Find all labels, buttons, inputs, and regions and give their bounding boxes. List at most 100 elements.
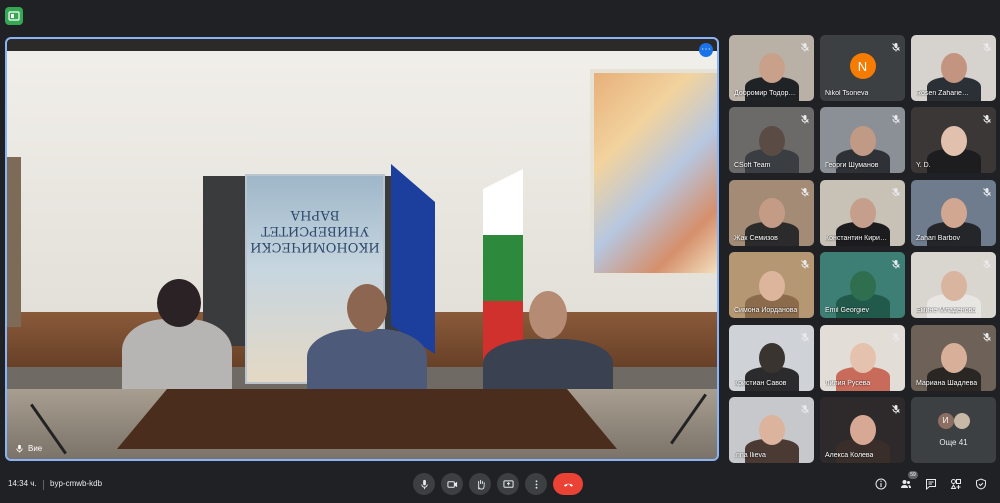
participant-name: Emil Georgiev: [825, 307, 869, 315]
muted-mic-icon: [800, 111, 810, 124]
microphone-button[interactable]: [413, 473, 435, 495]
participant-face: [849, 198, 876, 229]
participant-avatar: N: [849, 53, 876, 79]
mic-off-icon: [892, 43, 900, 52]
participant-face: [758, 53, 785, 84]
self-label: Вие: [15, 444, 42, 453]
muted-mic-icon: [891, 256, 901, 269]
chat-button[interactable]: [923, 476, 939, 492]
camera-button[interactable]: [441, 473, 463, 495]
muted-mic-icon: [982, 256, 992, 269]
meeting-info-icon[interactable]: [5, 7, 23, 25]
present-screen-button[interactable]: [497, 473, 519, 495]
more-vert-icon: [535, 479, 537, 489]
mic-off-icon: [801, 43, 809, 52]
participant-name: Y. D.: [916, 162, 931, 170]
chat-icon: [926, 479, 936, 490]
participant-tile[interactable]: Емине Младенова: [911, 252, 996, 319]
participant-tile[interactable]: Добромир Тодор…: [729, 35, 814, 101]
raise-hand-button[interactable]: [469, 473, 491, 495]
conference-room-video: ИКОНОМИЧЕСКИ УНИВЕРСИТЕТ ВАРНА: [7, 39, 717, 459]
muted-mic-icon: [800, 401, 810, 414]
more-participants-label: Още 41: [939, 437, 968, 447]
mic-off-icon: [983, 115, 991, 124]
participant-tile[interactable]: Жак Семизов: [729, 179, 814, 246]
bottom-toolbar: 14:34 ч. byp-cmwb-kdb 59: [0, 470, 1000, 500]
participant-tile[interactable]: Emil Georgiev: [820, 252, 905, 319]
muted-mic-icon: [982, 329, 992, 342]
hand-icon: [477, 479, 485, 490]
participant-name: Симона Йорданова: [734, 307, 798, 315]
participant-name: Жак Семизов: [734, 234, 778, 242]
main-video-tile[interactable]: ИКОНОМИЧЕСКИ УНИВЕРСИТЕТ ВАРНА Вие ⋯: [5, 37, 719, 461]
muted-mic-icon: [800, 329, 810, 342]
participant-grid: Добромир Тодор… N Nikol Tsoneva Rosen Zahar…: [729, 35, 996, 463]
activities-button[interactable]: [948, 476, 964, 492]
participant-face: [758, 415, 785, 446]
banner-text: ИКОНОМИЧЕСКИ УНИВЕРСИТЕТ ВАРНА: [250, 207, 380, 254]
mic-off-icon: [892, 404, 900, 414]
present-icon: [502, 479, 514, 488]
participant-tile[interactable]: Rosen Zaharie…: [911, 35, 996, 101]
mic-off-icon: [801, 115, 809, 124]
tile-more-options-button[interactable]: ⋯: [699, 43, 713, 57]
mic-icon: [420, 479, 428, 489]
mic-off-icon: [892, 115, 900, 124]
mic-off-icon: [801, 332, 809, 342]
mic-off-icon: [892, 187, 900, 197]
participant-name: Георги Шуманов: [825, 162, 879, 170]
muted-mic-icon: [891, 329, 901, 342]
participant-face: [940, 198, 967, 229]
muted-mic-icon: [982, 111, 992, 124]
participant-name: Емине Младенова: [916, 307, 977, 315]
more-options-button[interactable]: [525, 473, 547, 495]
muted-mic-icon: [982, 39, 992, 52]
participant-face: [758, 198, 785, 229]
camera-icon: [446, 480, 457, 488]
self-name: Вие: [28, 444, 43, 453]
participant-face: [849, 125, 876, 156]
participant-tile[interactable]: Константин Кири…: [820, 179, 905, 246]
mic-off-icon: [983, 43, 991, 52]
participant-name: Rosen Zaharie…: [916, 90, 969, 97]
mic-off-icon: [892, 260, 900, 269]
participant-tile[interactable]: Симона Йорданова: [729, 252, 814, 319]
mini-avatar: И: [937, 412, 954, 429]
more-participants-tile[interactable]: И Още 41: [911, 396, 996, 463]
call-controls: [413, 473, 583, 495]
end-call-icon: [563, 483, 573, 487]
meeting-code: byp-cmwb-kdb: [50, 479, 103, 488]
participant-tile[interactable]: Мариана Шадлева: [911, 324, 996, 391]
muted-mic-icon: [891, 39, 901, 52]
participant-tile[interactable]: Алекса Колева: [820, 396, 905, 463]
participant-tile[interactable]: Irina Ilieva: [729, 396, 814, 463]
participant-tile[interactable]: Лилия Русева: [820, 324, 905, 391]
mic-off-icon: [983, 187, 991, 197]
people-count-badge: 59: [908, 471, 918, 479]
participant-tile[interactable]: Y. D.: [911, 107, 996, 174]
participant-face: [849, 270, 876, 301]
participant-face: [940, 125, 967, 156]
participant-tile[interactable]: CSoft Team: [729, 107, 814, 174]
meet-app: ИКОНОМИЧЕСКИ УНИВЕРСИТЕТ ВАРНА Вие ⋯ Доб…: [0, 0, 1000, 503]
participant-tile[interactable]: Георги Шуманов: [820, 107, 905, 174]
people-button[interactable]: 59: [898, 471, 918, 492]
leave-call-button[interactable]: [553, 473, 583, 495]
muted-mic-icon: [982, 184, 992, 197]
participant-tile[interactable]: Zahari Barbov: [911, 179, 996, 246]
participant-face: [758, 343, 785, 374]
participant-tile[interactable]: N Nikol Tsoneva: [820, 35, 905, 101]
participant-tile[interactable]: Кристиан Савов: [729, 324, 814, 391]
participant-name: Мариана Шадлева: [916, 379, 978, 387]
participant-name: Лилия Русева: [825, 379, 871, 387]
muted-mic-icon: [891, 401, 901, 414]
people-icon: [901, 480, 911, 488]
host-controls-button[interactable]: [973, 476, 989, 492]
bulgarian-flag: [483, 169, 523, 369]
meeting-details-button[interactable]: [873, 476, 889, 492]
side-panel-controls: 59: [873, 471, 989, 492]
muted-mic-icon: [891, 184, 901, 197]
wall-painting: [590, 69, 717, 277]
participant-name: Добромир Тодор…: [734, 90, 796, 97]
muted-mic-icon: [800, 184, 810, 197]
